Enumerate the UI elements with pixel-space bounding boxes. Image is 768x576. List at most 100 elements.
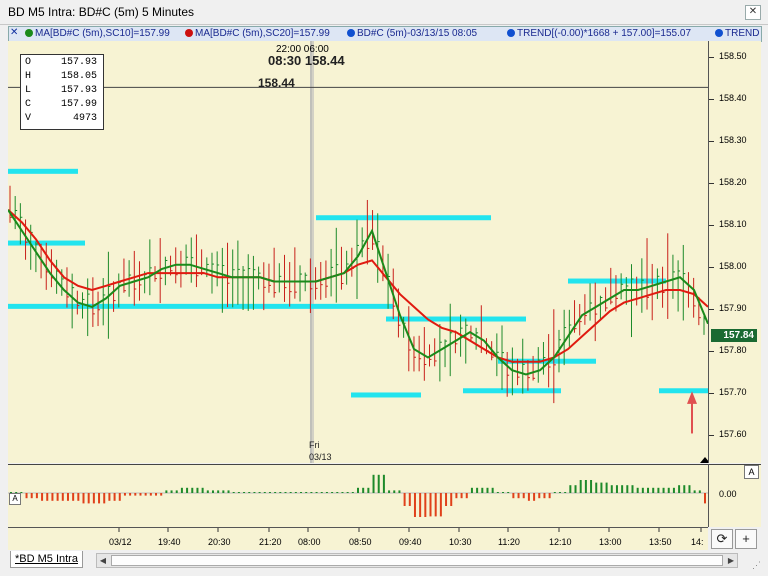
osc-bar: [647, 487, 650, 493]
osc-bar: [439, 493, 442, 517]
axis-label: 157.60: [719, 429, 747, 439]
scroll-right-icon[interactable]: ▶: [725, 554, 737, 567]
osc-bar: [66, 493, 69, 501]
time-axis[interactable]: 03/12 19:40 20:30 21:20 08:00 08:50 09:40 10:30…: [8, 527, 708, 550]
legend-item-ma10[interactable]: MA[BD#C (5m),SC10]=157.99: [25, 28, 170, 39]
legend-close-icon[interactable]: ✕: [10, 27, 18, 38]
auto-scale-button[interactable]: A: [744, 465, 759, 479]
time-label: 13:00: [599, 537, 622, 547]
time-label: 08:50: [349, 537, 372, 547]
time-label: 21:20: [259, 537, 282, 547]
osc-bar: [476, 487, 479, 493]
osc-bar: [222, 490, 225, 493]
time-label: 20:30: [208, 537, 231, 547]
osc-bar: [196, 487, 199, 493]
time-label: 08:00: [298, 537, 321, 547]
osc-bar: [331, 492, 334, 493]
scroll-left-icon[interactable]: ◀: [97, 554, 109, 567]
osc-bar: [46, 493, 49, 501]
osc-bar: [82, 493, 85, 504]
window-titlebar: BD M5 Intra: BD#C (5m) 5 Minutes ✕: [0, 0, 768, 25]
osc-bar: [300, 492, 303, 493]
osc-bar: [445, 493, 448, 506]
osc-bar: [237, 492, 240, 493]
add-pane-button[interactable]: +: [735, 529, 757, 549]
trend-level-bar: [8, 168, 78, 174]
osc-bar: [336, 492, 339, 493]
osc-bar: [698, 490, 701, 493]
osc-bar: [87, 493, 90, 504]
osc-bar: [155, 493, 158, 496]
scroll-thumb[interactable]: [111, 555, 723, 566]
legend-dot-icon: [347, 29, 355, 37]
horizontal-scrollbar[interactable]: ◀ ▶: [96, 553, 738, 568]
osc-bar: [558, 492, 561, 493]
axis-tick: [709, 225, 714, 226]
oscillator-canvas: [8, 474, 708, 517]
axis-tick: [709, 141, 714, 142]
crosshair-readout: 08:30 158.44: [268, 53, 345, 68]
osc-bar: [548, 493, 551, 499]
time-label: 09:40: [399, 537, 422, 547]
osc-bar: [615, 485, 618, 493]
osc-bar: [191, 487, 194, 493]
osc-bar: [683, 485, 686, 493]
osc-bar: [631, 485, 634, 493]
osc-bar: [72, 493, 75, 501]
osc-bar: [315, 492, 318, 493]
osc-bar: [165, 490, 168, 493]
scroll-end-marker: [700, 457, 710, 463]
osc-zero-label: 0.00: [719, 489, 737, 499]
legend-label: BD#C (5m)-03/13/15 08:05: [357, 28, 478, 39]
osc-bar: [149, 493, 152, 496]
time-label: 19:40: [158, 537, 181, 547]
legend-item-trend-2[interactable]: TREND: [715, 28, 759, 39]
ohlc-row-open: O 157.93: [25, 57, 99, 71]
legend-item-symbol[interactable]: BD#C (5m)-03/13/15 08:05: [347, 28, 477, 39]
price-axis[interactable]: 158.50 158.40 158.30 158.20 158.10 158.0…: [708, 41, 761, 463]
refresh-icon[interactable]: ⟳: [711, 529, 733, 549]
close-icon[interactable]: ✕: [745, 5, 761, 20]
resize-grip-icon[interactable]: ⋰: [752, 560, 762, 570]
osc-bar: [626, 485, 629, 493]
osc-bar: [30, 493, 33, 499]
axis-tick: [709, 351, 714, 352]
oscillator-panel[interactable]: [8, 464, 708, 527]
ohlc-panel: O 157.93 H 158.05 L 157.93 C 157.99 V 4973: [20, 54, 104, 130]
legend-item-ma20[interactable]: MA[BD#C (5m),SC20]=157.99: [185, 28, 330, 39]
tab-bd-m5-intra[interactable]: *BD M5 Intra: [10, 551, 83, 568]
ohlc-value: 158.05: [60, 71, 97, 82]
osc-bar: [533, 493, 536, 501]
osc-bar: [553, 492, 556, 493]
osc-bar: [398, 490, 401, 493]
ma20-line: [7, 209, 709, 363]
trend-level-bar: [659, 388, 708, 394]
osc-bar: [481, 487, 484, 493]
osc-bar: [51, 493, 54, 501]
osc-bar: [175, 490, 178, 493]
osc-bar: [268, 492, 271, 493]
osc-bar: [522, 493, 525, 499]
legend-dot-icon: [185, 29, 193, 37]
osc-bar: [527, 493, 530, 501]
price-chart[interactable]: [7, 41, 710, 463]
time-label: 13:50: [649, 537, 672, 547]
osc-bar: [61, 493, 64, 501]
osc-bar: [408, 493, 411, 506]
osc-bar: [377, 474, 380, 493]
ohlc-key: C: [25, 99, 32, 110]
oscillator-auto-button[interactable]: A: [9, 493, 21, 505]
osc-bar: [372, 474, 375, 493]
ohlc-row-high: H 158.05: [25, 71, 99, 85]
ohlc-row-low: L 157.93: [25, 85, 99, 99]
osc-bar: [325, 492, 328, 493]
legend-item-trend[interactable]: TREND[(-0.00)*1668 + 157.00]=155.07: [507, 28, 691, 39]
ohlc-key: H: [25, 71, 32, 82]
osc-bar: [419, 493, 422, 517]
osc-bar: [388, 490, 391, 493]
axis-tick: [709, 435, 714, 436]
axis-label: 158.30: [719, 135, 747, 145]
osc-bar: [579, 480, 582, 493]
osc-bar: [507, 492, 510, 493]
osc-bar: [211, 490, 214, 493]
